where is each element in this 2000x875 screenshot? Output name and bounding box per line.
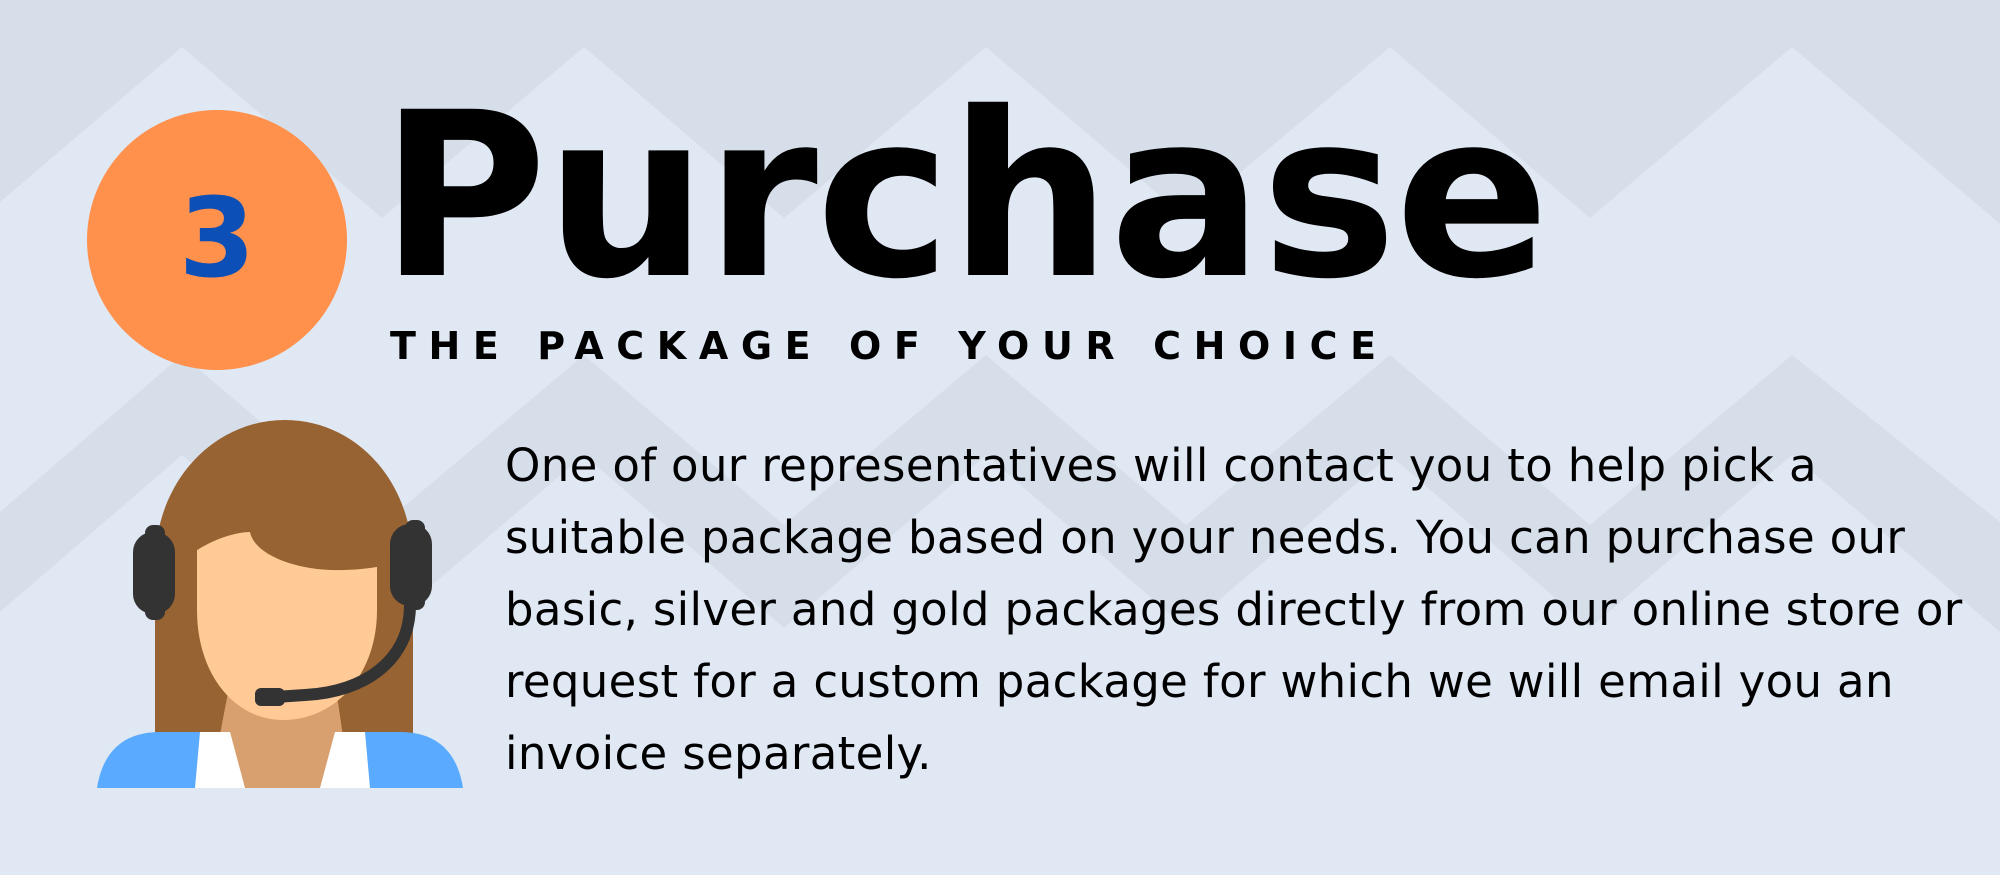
step-number: 3 bbox=[178, 174, 256, 302]
page-subtitle: THE PACKAGE OF YOUR CHOICE bbox=[390, 324, 1389, 368]
description-text: One of our representatives will contact … bbox=[505, 439, 1963, 780]
customer-support-agent-icon bbox=[97, 420, 463, 788]
page-title: Purchase bbox=[380, 63, 1550, 329]
infographic-canvas: 3 Purchase THE PACKAGE OF YOUR CHOICE On… bbox=[0, 0, 2000, 875]
step-number-badge: 3 bbox=[87, 110, 347, 370]
